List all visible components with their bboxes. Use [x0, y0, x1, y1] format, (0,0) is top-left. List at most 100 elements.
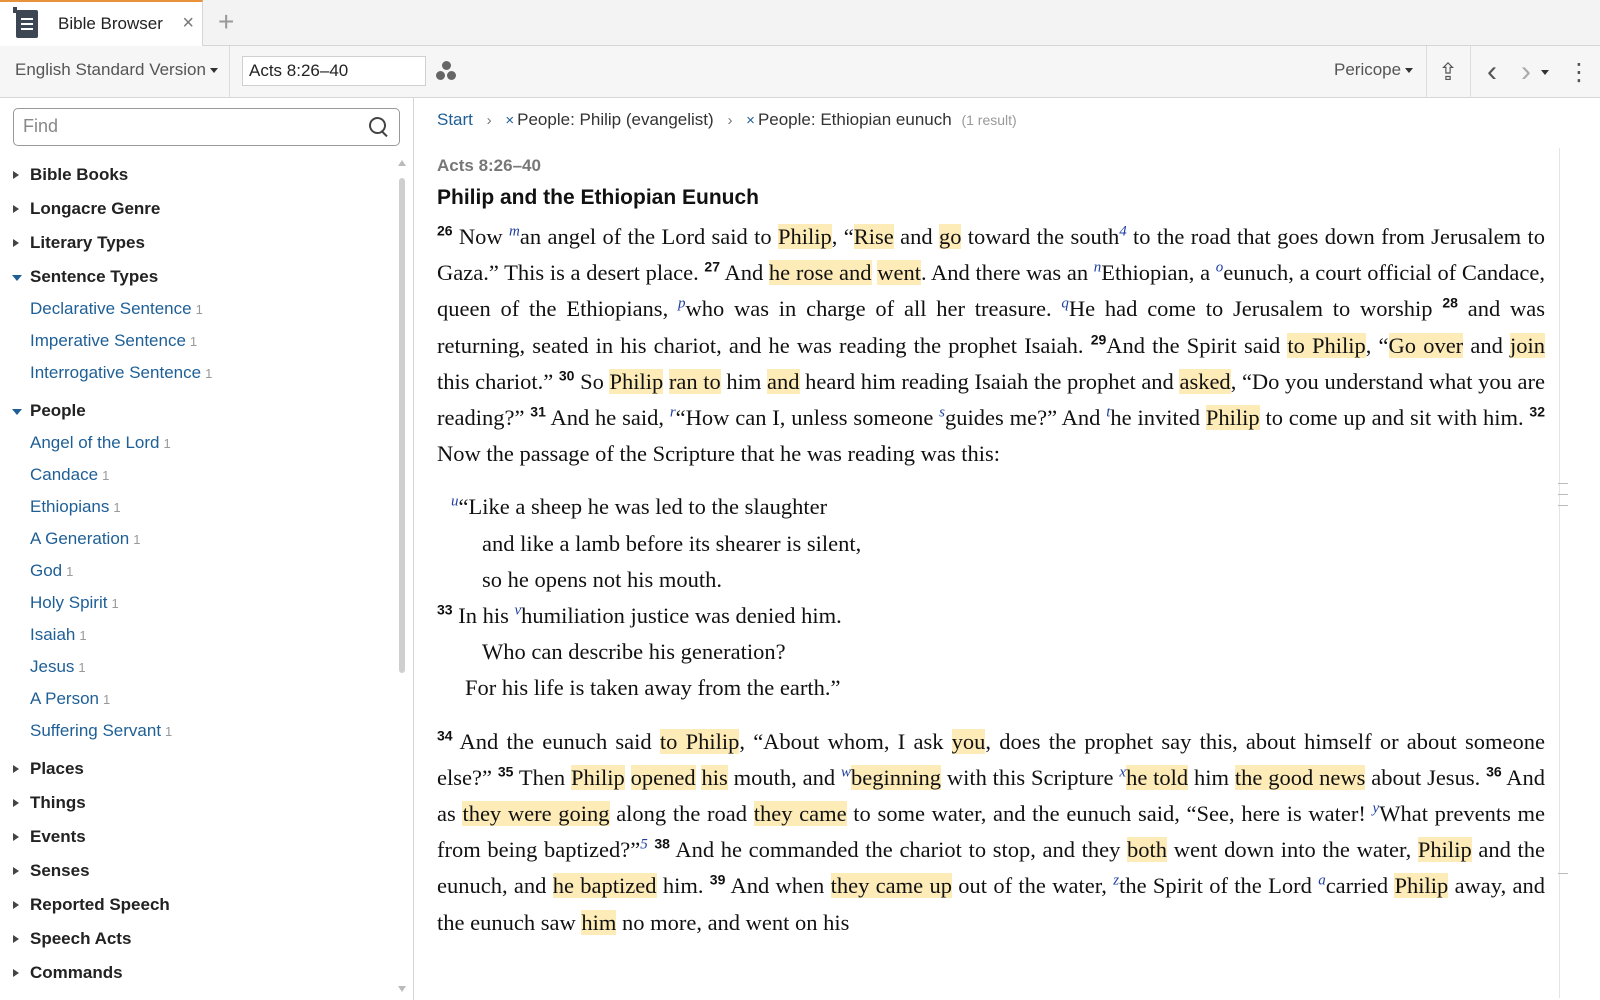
collapsed-triangle-icon[interactable]: [13, 171, 19, 179]
divider: [1470, 46, 1471, 98]
verse-number[interactable]: 39: [710, 872, 726, 888]
poetry-line: u“Like a sheep he was led to the slaught…: [437, 489, 1545, 525]
collapsed-triangle-icon[interactable]: [13, 901, 19, 909]
facet-item[interactable]: A Generation 1: [0, 524, 395, 556]
facet-item[interactable]: Isaiah 1: [0, 620, 395, 652]
collapsed-triangle-icon[interactable]: [13, 935, 19, 943]
verse-number[interactable]: 27: [704, 259, 720, 275]
verse-number[interactable]: 29: [1091, 331, 1107, 347]
verse-number[interactable]: 26: [437, 223, 453, 239]
collapsed-triangle-icon[interactable]: [13, 765, 19, 773]
remove-filter-icon[interactable]: ×: [746, 112, 755, 129]
verse-text: with this Scripture: [940, 764, 1120, 790]
paragraph: 26 Now man angel of the Lord said to Phi…: [437, 219, 1545, 472]
footnote-marker[interactable]: w: [841, 764, 851, 780]
verse-number[interactable]: 31: [530, 404, 546, 420]
category-events[interactable]: Events: [0, 820, 395, 854]
collapsed-triangle-icon[interactable]: [13, 799, 19, 807]
facet-item[interactable]: Jesus 1: [0, 652, 395, 684]
scroll-down-icon[interactable]: [398, 986, 406, 992]
chevron-down-icon: [209, 68, 218, 74]
sidebar: Find Bible Books Longacre Genre Literary T…: [0, 98, 414, 1000]
search-icon[interactable]: [369, 117, 389, 137]
collapsed-triangle-icon[interactable]: [13, 969, 19, 977]
footnote-marker[interactable]: q: [1061, 296, 1069, 312]
pericope-selector[interactable]: Pericope: [1334, 60, 1414, 80]
breadcrumb-start-link[interactable]: Start: [437, 110, 473, 129]
collapsed-triangle-icon[interactable]: [13, 833, 19, 841]
toolbar: English Standard Version Pericope ⇪ ‹ › …: [0, 46, 1600, 98]
sidebar-scrollbar[interactable]: [399, 178, 405, 673]
breadcrumb-separator: ›: [486, 112, 492, 129]
main-scrollbar[interactable]: [1559, 148, 1560, 998]
verse-number[interactable]: 38: [654, 836, 670, 852]
add-tab-icon[interactable]: +: [218, 8, 234, 36]
version-label: English Standard Version: [15, 60, 206, 79]
version-selector[interactable]: English Standard Version: [15, 60, 218, 80]
expanded-triangle-icon[interactable]: [12, 275, 22, 281]
category-reported-speech[interactable]: Reported Speech: [0, 888, 395, 922]
category-senses[interactable]: Senses: [0, 854, 395, 888]
category-speech-acts[interactable]: Speech Acts: [0, 922, 395, 956]
verse-number[interactable]: 30: [559, 367, 575, 383]
footnote-marker[interactable]: 4: [1119, 224, 1127, 240]
facet-item[interactable]: Angel of the Lord 1: [0, 428, 395, 460]
verse-number[interactable]: 36: [1486, 763, 1502, 779]
facet-label: Ethiopians: [30, 497, 110, 516]
verse-number[interactable]: 35: [498, 763, 514, 779]
close-tab-icon[interactable]: ×: [182, 13, 194, 33]
verse-text: So: [574, 368, 610, 394]
more-options-icon[interactable]: ⋮: [1562, 46, 1596, 98]
verse-text: Then: [513, 764, 571, 790]
verse-number[interactable]: 28: [1442, 295, 1458, 311]
facet-item[interactable]: A Person 1: [0, 684, 395, 716]
category-things[interactable]: Things: [0, 786, 395, 820]
category-bible-books[interactable]: Bible Books: [0, 158, 395, 192]
paragraph: 34 And the eunuch said to Philip, “About…: [437, 724, 1545, 941]
footnote-marker[interactable]: 5: [640, 837, 648, 853]
scroll-marker: [1558, 873, 1568, 874]
facet-item[interactable]: Declarative Sentence 1: [0, 294, 395, 326]
verse-text: and: [893, 224, 939, 249]
facet-item[interactable]: Interrogative Sentence 1: [0, 358, 395, 390]
facet-item[interactable]: God 1: [0, 556, 395, 588]
parallel-resources-icon[interactable]: [436, 61, 458, 83]
facet-item[interactable]: Suffering Servant 1: [0, 716, 395, 748]
breadcrumb-filter-philip[interactable]: People: Philip (evangelist): [517, 110, 714, 129]
collapsed-triangle-icon[interactable]: [13, 239, 19, 247]
footnote-marker[interactable]: u: [451, 494, 459, 510]
category-commands[interactable]: Commands: [0, 956, 395, 990]
share-icon[interactable]: ⇪: [1428, 46, 1468, 98]
scroll-marker: [1558, 494, 1568, 495]
tab-bible-browser[interactable]: Bible Browser ×: [0, 0, 203, 46]
category-people[interactable]: People: [0, 394, 395, 428]
reference-input[interactable]: [242, 56, 426, 86]
expanded-triangle-icon[interactable]: [12, 409, 22, 415]
category-longacre-genre[interactable]: Longacre Genre: [0, 192, 395, 226]
scroll-up-icon[interactable]: [398, 160, 406, 166]
category-sentence-types[interactable]: Sentence Types: [0, 260, 395, 294]
verse-number[interactable]: 33: [437, 601, 453, 617]
find-box[interactable]: Find: [13, 108, 400, 146]
facet-item[interactable]: Imperative Sentence 1: [0, 326, 395, 358]
highlighted-text: beginning: [850, 764, 941, 790]
facet-label: Candace: [30, 465, 99, 484]
breadcrumb-filter-eunuch[interactable]: People: Ethiopian eunuch: [758, 110, 952, 129]
category-places[interactable]: Places: [0, 752, 395, 786]
collapsed-triangle-icon[interactable]: [13, 205, 19, 213]
footnote-marker[interactable]: a: [1318, 873, 1326, 889]
facet-item[interactable]: Holy Spirit 1: [0, 588, 395, 620]
highlighted-text: his: [701, 764, 728, 790]
history-dropdown[interactable]: [1533, 46, 1553, 98]
verse-text: And when: [725, 873, 831, 899]
collapsed-triangle-icon[interactable]: [13, 867, 19, 875]
remove-filter-icon[interactable]: ×: [505, 112, 514, 129]
verse-number[interactable]: 34: [437, 727, 453, 743]
verse-number[interactable]: 32: [1529, 404, 1545, 420]
facet-item[interactable]: Ethiopians 1: [0, 492, 395, 524]
verse-text: an angel of the Lord said to: [519, 224, 778, 249]
footnote-marker[interactable]: m: [509, 224, 520, 240]
facet-item[interactable]: Candace 1: [0, 460, 395, 492]
category-literary-types[interactable]: Literary Types: [0, 226, 395, 260]
breadcrumb-separator: ›: [727, 112, 733, 129]
